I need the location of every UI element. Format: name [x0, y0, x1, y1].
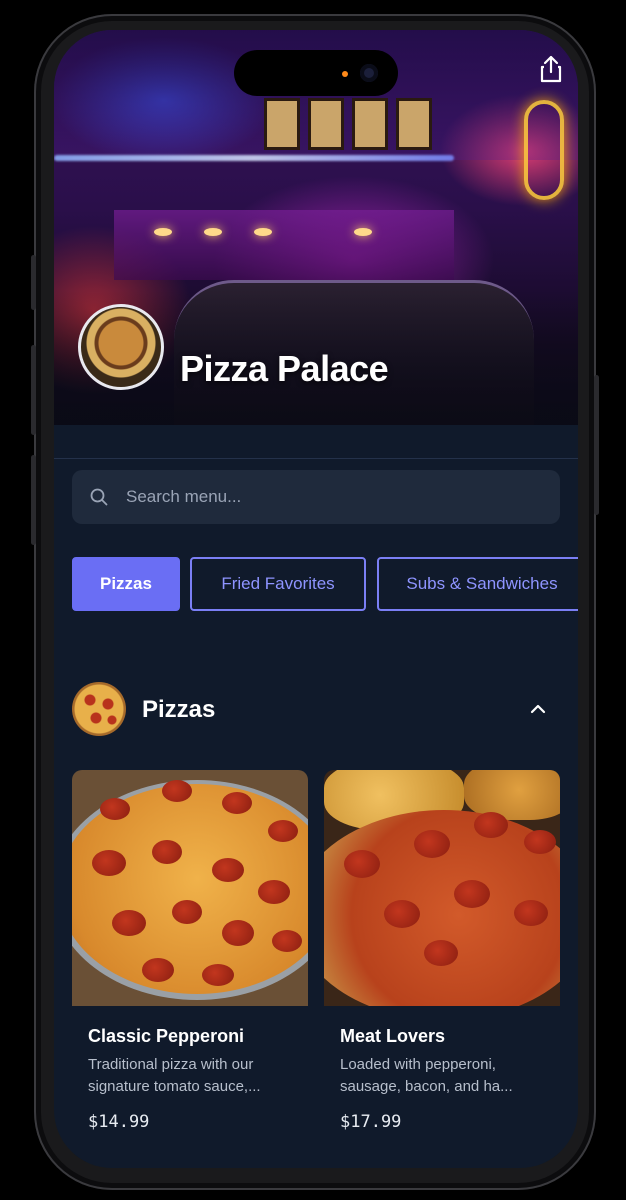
section-thumbnail: [72, 682, 126, 736]
volume-down-button: [31, 455, 36, 545]
section-header-pizzas[interactable]: Pizzas: [72, 682, 560, 736]
menu-item-card[interactable]: Meat Lovers Loaded with pepperoni, sausa…: [324, 770, 560, 1166]
dynamic-island: [234, 50, 398, 96]
menu-item-name: Meat Lovers: [340, 1026, 446, 1046]
tab-subs-sandwiches[interactable]: Subs & Sandwiches: [377, 557, 578, 611]
tab-pizzas[interactable]: Pizzas: [72, 557, 180, 611]
menu-item-image: [324, 770, 560, 1006]
share-icon[interactable]: [538, 54, 564, 84]
menu-item-description: Traditional pizza with our signature tom…: [88, 1056, 261, 1095]
menu-item-body: Meat Lovers Loaded with pepperoni, sausa…: [324, 1006, 560, 1166]
restaurant-logo: [78, 304, 164, 390]
chevron-up-icon[interactable]: [530, 702, 546, 714]
restaurant-name: Pizza Palace: [180, 348, 389, 389]
divider: [54, 458, 578, 459]
menu-item-price: $17.99: [340, 1112, 402, 1132]
menu-item-image: [72, 770, 308, 1006]
action-button: [31, 255, 36, 310]
volume-up-button: [31, 345, 36, 435]
menu-item-name: Classic Pepperoni: [88, 1026, 245, 1046]
power-button: [594, 375, 599, 515]
search-icon: [90, 488, 108, 506]
search-bar[interactable]: [72, 470, 560, 524]
app-screen: Pizza Palace Pizzas Fried Favorites Subs…: [54, 30, 578, 1168]
section-title: Pizzas: [142, 696, 216, 723]
menu-item-description: Loaded with pepperoni, sausage, bacon, a…: [340, 1056, 513, 1095]
menu-item-price: $14.99: [88, 1112, 150, 1132]
menu-item-body: Classic Pepperoni Traditional pizza with…: [72, 1006, 308, 1166]
tab-fried-favorites[interactable]: Fried Favorites: [190, 557, 366, 611]
search-input[interactable]: [126, 470, 546, 524]
menu-item-card[interactable]: Classic Pepperoni Traditional pizza with…: [72, 770, 308, 1166]
